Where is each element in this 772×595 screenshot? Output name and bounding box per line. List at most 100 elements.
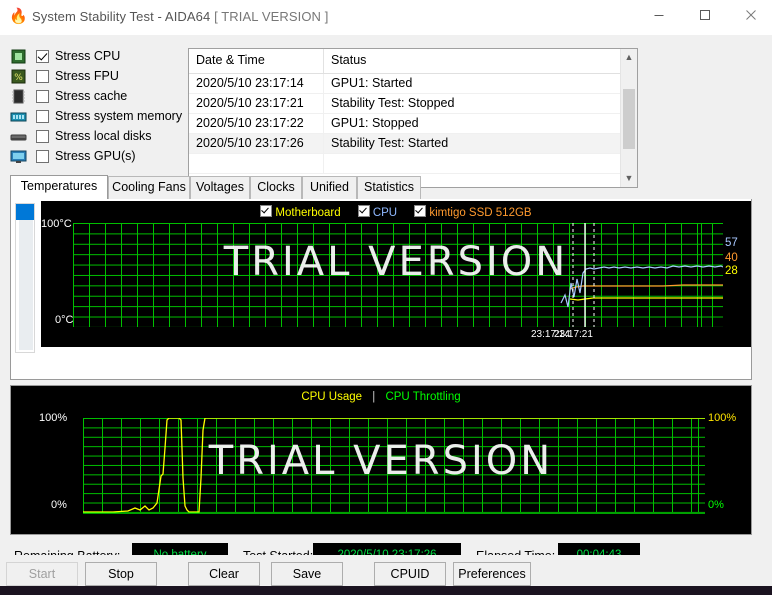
stress-option-row[interactable]: Stress CPU: [10, 48, 188, 67]
stop-button[interactable]: Stop: [85, 562, 157, 586]
aida64-stability-test-window: 🔥 System Stability Test - AIDA64 [ TRIAL…: [0, 0, 772, 595]
cpuid-button[interactable]: CPUID: [374, 562, 446, 586]
usage-y-top-label-left: 100%: [39, 412, 68, 424]
table-row-empty: [189, 154, 637, 174]
preferences-button[interactable]: Preferences: [453, 562, 531, 586]
column-header-datetime: Date & Time: [196, 53, 265, 67]
stress-option-row[interactable]: Stress local disks: [10, 128, 188, 147]
fpu-chip-icon: %: [10, 69, 27, 85]
scrollbar-thumb[interactable]: [623, 89, 635, 149]
monitor-icon: [10, 149, 27, 165]
cell-divider: [323, 74, 324, 93]
stress-gpu-checkbox[interactable]: [36, 150, 49, 163]
legend-label: CPU Usage: [301, 391, 363, 403]
stress-option-row[interactable]: Stress GPU(s): [10, 148, 188, 167]
x-tick-label-2: 23:17:21: [554, 329, 593, 340]
cell-datetime: 2020/5/10 23:17:21: [196, 96, 304, 110]
cell-status: GPU1: Stopped: [331, 116, 419, 130]
cache-icon: [10, 89, 27, 105]
memory-module-icon: [10, 109, 27, 125]
maximize-button[interactable]: [682, 0, 728, 30]
stress-memory-checkbox[interactable]: [36, 110, 49, 123]
usage-legend: CPU Usage | CPU Throttling: [11, 391, 751, 403]
legend-item-cpu[interactable]: CPU: [357, 205, 397, 219]
legend-checkbox[interactable]: [414, 205, 427, 217]
cell-datetime: 2020/5/10 23:17:14: [196, 76, 304, 90]
current-value-motherboard: 28: [725, 265, 738, 277]
tab-label: Statistics: [363, 180, 414, 194]
hard-disk-icon: [10, 129, 27, 145]
legend-item-cpu-throttling[interactable]: CPU Throttling: [385, 391, 460, 403]
tab-temperatures[interactable]: Temperatures: [10, 175, 108, 199]
stress-option-label: Stress cache: [55, 89, 128, 103]
cell-divider: [323, 94, 324, 113]
tab-label: Temperatures: [20, 179, 98, 193]
flame-icon: 🔥: [9, 8, 28, 25]
stress-option-label: Stress GPU(s): [55, 149, 136, 163]
svg-text:%: %: [14, 73, 23, 83]
cell-status: GPU1: Started: [331, 76, 413, 90]
stress-option-row[interactable]: Stress cache: [10, 88, 188, 107]
stress-option-row[interactable]: Stress system memory: [10, 108, 188, 127]
clear-button[interactable]: Clear: [188, 562, 260, 586]
table-header-row: Date & Time Status: [189, 49, 637, 74]
cell-datetime: 2020/5/10 23:17:26: [196, 136, 304, 150]
window-title: System Stability Test - AIDA64 [ TRIAL V…: [32, 9, 328, 24]
legend-checkbox[interactable]: [260, 205, 273, 217]
tab-statistics[interactable]: Statistics: [357, 176, 421, 199]
usage-y-bottom-label-right: 0%: [708, 499, 724, 511]
stress-fpu-checkbox[interactable]: [36, 70, 49, 83]
legend-label: kimtigo SSD 512GB: [429, 207, 532, 219]
cell-divider: [323, 134, 324, 153]
table-row[interactable]: 2020/5/10 23:17:22 GPU1: Stopped: [189, 114, 637, 134]
event-log-table[interactable]: Date & Time Status 2020/5/10 23:17:14 GP…: [188, 48, 638, 188]
current-value-cpu: 57: [725, 237, 738, 249]
tab-label: Cooling Fans: [112, 180, 186, 194]
header-divider: [323, 49, 324, 73]
stress-cache-checkbox[interactable]: [36, 90, 49, 103]
legend-item-cpu-usage[interactable]: CPU Usage: [301, 391, 362, 403]
cell-divider: [323, 154, 324, 173]
cell-datetime: 2020/5/10 23:17:22: [196, 116, 304, 130]
cpu-usage-plot: CPU Usage | CPU Throttling 100% 0% 100% …: [10, 385, 752, 535]
log-scrollbar[interactable]: ▲ ▼: [620, 49, 637, 187]
trial-watermark: TRIAL VERSION: [223, 239, 569, 285]
title-bar: 🔥 System Stability Test - AIDA64 [ TRIAL…: [0, 0, 772, 35]
table-row[interactable]: 2020/5/10 23:17:14 GPU1: Started: [189, 74, 637, 94]
tab-bar: Temperatures Cooling Fans Voltages Clock…: [10, 175, 750, 199]
stress-option-row[interactable]: % Stress FPU: [10, 68, 188, 87]
tab-voltages[interactable]: Voltages: [190, 176, 250, 199]
current-value-ssd: 40: [725, 252, 738, 264]
scrollbar-thumb[interactable]: [16, 204, 34, 220]
save-button[interactable]: Save: [271, 562, 343, 586]
legend-checkbox[interactable]: [357, 205, 370, 217]
legend-item-motherboard[interactable]: Motherboard: [260, 205, 341, 219]
stress-option-label: Stress system memory: [55, 109, 183, 123]
legend-item-ssd[interactable]: kimtigo SSD 512GB: [414, 205, 532, 219]
stress-cpu-checkbox[interactable]: [36, 50, 49, 63]
tab-label: Unified: [310, 180, 349, 194]
table-row[interactable]: 2020/5/10 23:17:21 Stability Test: Stopp…: [189, 94, 637, 114]
tab-cooling-fans[interactable]: Cooling Fans: [108, 176, 190, 199]
y-axis-bottom-label: 0°C: [55, 314, 74, 326]
start-button[interactable]: Start: [6, 562, 78, 586]
usage-y-bottom-label-left: 0%: [51, 499, 67, 511]
temperature-legend: Motherboard CPU kimtigo SSD 512GB: [41, 205, 751, 219]
legend-label: CPU Throttling: [385, 391, 461, 403]
table-body: 2020/5/10 23:17:14 GPU1: Started 2020/5/…: [189, 74, 637, 174]
close-button[interactable]: [728, 0, 772, 30]
table-row[interactable]: 2020/5/10 23:17:26 Stability Test: Start…: [189, 134, 637, 154]
desktop-taskbar-edge: [0, 586, 772, 595]
scrollbar-track[interactable]: [19, 218, 33, 350]
sensor-list-scrollbar[interactable]: [15, 203, 35, 353]
minimize-button[interactable]: [636, 0, 682, 30]
chevron-up-icon[interactable]: ▲: [621, 49, 637, 66]
stress-option-label: Stress CPU: [55, 49, 121, 63]
tab-unified[interactable]: Unified: [302, 176, 357, 199]
usage-y-top-label-right: 100%: [708, 412, 737, 424]
legend-label: Motherboard: [275, 207, 341, 219]
tab-clocks[interactable]: Clocks: [250, 176, 302, 199]
stress-options-list: Stress CPU % Stress FPU Stress cache Str…: [10, 48, 188, 168]
window-title-text: System Stability Test - AIDA64: [32, 9, 211, 24]
stress-disks-checkbox[interactable]: [36, 130, 49, 143]
